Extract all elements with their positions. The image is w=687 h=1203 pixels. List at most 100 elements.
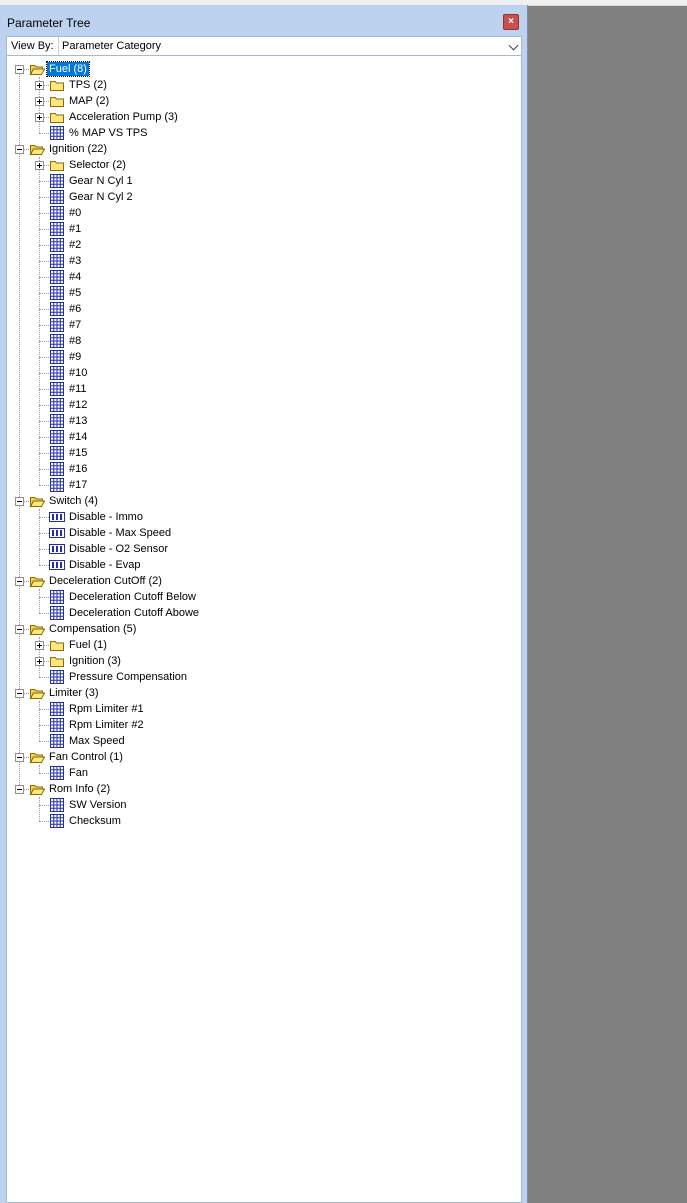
tree-item-label[interactable]: #7 [67, 318, 83, 332]
table-icon[interactable] [49, 670, 65, 684]
folder-icon[interactable] [49, 110, 65, 124]
tree-item-label[interactable]: #3 [67, 254, 83, 268]
table-icon[interactable] [49, 414, 65, 428]
collapse-minus-icon[interactable] [15, 577, 24, 586]
tree-item-label[interactable]: Fuel (1) [67, 638, 109, 652]
table-icon[interactable] [49, 446, 65, 460]
tree-item-label[interactable]: SW Version [67, 798, 128, 812]
tree-item-label[interactable]: Fan [67, 766, 90, 780]
table-icon[interactable] [49, 398, 65, 412]
table-icon[interactable] [49, 190, 65, 204]
table-icon[interactable] [49, 334, 65, 348]
table-icon[interactable] [49, 718, 65, 732]
tree-item-label[interactable]: Disable - Max Speed [67, 526, 173, 540]
tree-item-label[interactable]: #13 [67, 414, 89, 428]
collapse-minus-icon[interactable] [15, 625, 24, 634]
folder-open-icon[interactable] [29, 686, 46, 700]
tree-category-label[interactable]: Limiter (3) [47, 686, 101, 700]
switch-icon[interactable] [49, 526, 65, 540]
table-icon[interactable] [49, 590, 65, 604]
table-icon[interactable] [49, 222, 65, 236]
table-icon[interactable] [49, 270, 65, 284]
tree-item-label[interactable]: #14 [67, 430, 89, 444]
switch-icon[interactable] [49, 542, 65, 556]
folder-open-icon[interactable] [29, 574, 46, 588]
folder-icon[interactable] [49, 638, 65, 652]
parameter-tree[interactable]: Fuel (8) TPS (2) MAP (2) Acceleration Pump … [6, 56, 522, 1203]
tree-item-label[interactable]: #2 [67, 238, 83, 252]
table-icon[interactable] [49, 814, 65, 828]
folder-open-icon[interactable] [29, 782, 46, 796]
switch-icon[interactable] [49, 558, 65, 572]
tree-item-label[interactable]: #0 [67, 206, 83, 220]
expand-plus-icon[interactable] [35, 81, 44, 90]
table-icon[interactable] [49, 254, 65, 268]
tree-item-label[interactable]: #11 [67, 382, 89, 396]
collapse-minus-icon[interactable] [15, 785, 24, 794]
tree-item-label[interactable]: Acceleration Pump (3) [67, 110, 180, 124]
tree-item-label[interactable]: #12 [67, 398, 89, 412]
expand-plus-icon[interactable] [35, 113, 44, 122]
view-by-select[interactable]: Parameter Category [59, 37, 521, 55]
table-icon[interactable] [49, 798, 65, 812]
tree-item-label[interactable]: #9 [67, 350, 83, 364]
tree-item-label[interactable]: #17 [67, 478, 89, 492]
table-icon[interactable] [49, 462, 65, 476]
table-icon[interactable] [49, 702, 65, 716]
folder-icon[interactable] [49, 654, 65, 668]
table-icon[interactable] [49, 430, 65, 444]
tree-category-label[interactable]: Fuel (8) [46, 61, 90, 77]
tree-category-label[interactable]: Deceleration CutOff (2) [47, 574, 164, 588]
collapse-minus-icon[interactable] [15, 497, 24, 506]
table-icon[interactable] [49, 318, 65, 332]
tree-item-label[interactable]: Disable - O2 Sensor [67, 542, 170, 556]
folder-open-icon[interactable] [29, 494, 46, 508]
table-icon[interactable] [49, 174, 65, 188]
tree-category-label[interactable]: Ignition (22) [47, 142, 109, 156]
tree-item-label[interactable]: TPS (2) [67, 78, 109, 92]
tree-item-label[interactable]: Disable - Evap [67, 558, 143, 572]
table-icon[interactable] [49, 206, 65, 220]
switch-icon[interactable] [49, 510, 65, 524]
table-icon[interactable] [49, 478, 65, 492]
table-icon[interactable] [49, 350, 65, 364]
tree-item-label[interactable]: Deceleration Cutoff Below [67, 590, 198, 604]
tree-item-label[interactable]: #5 [67, 286, 83, 300]
tree-item-label[interactable]: Gear N Cyl 1 [67, 174, 135, 188]
tree-item-label[interactable]: #8 [67, 334, 83, 348]
tree-item-label[interactable]: #1 [67, 222, 83, 236]
tree-item-label[interactable]: Gear N Cyl 2 [67, 190, 135, 204]
tree-item-label[interactable]: Rpm Limiter #2 [67, 718, 146, 732]
table-icon[interactable] [49, 126, 65, 140]
tree-item-label[interactable]: Selector (2) [67, 158, 128, 172]
tree-item-label[interactable]: Disable - Immo [67, 510, 145, 524]
folder-icon[interactable] [49, 94, 65, 108]
tree-item-label[interactable]: Rpm Limiter #1 [67, 702, 146, 716]
expand-plus-icon[interactable] [35, 657, 44, 666]
table-icon[interactable] [49, 286, 65, 300]
table-icon[interactable] [49, 734, 65, 748]
chevron-down-icon[interactable] [508, 40, 519, 51]
expand-plus-icon[interactable] [35, 161, 44, 170]
collapse-minus-icon[interactable] [15, 145, 24, 154]
tree-item-label[interactable]: Deceleration Cutoff Abowe [67, 606, 201, 620]
table-icon[interactable] [49, 238, 65, 252]
tree-item-label[interactable]: MAP (2) [67, 94, 111, 108]
tree-category-label[interactable]: Fan Control (1) [47, 750, 125, 764]
folder-icon[interactable] [49, 158, 65, 172]
tree-category-label[interactable]: Compensation (5) [47, 622, 138, 636]
folder-open-icon[interactable] [29, 750, 46, 764]
table-icon[interactable] [49, 606, 65, 620]
tree-category-label[interactable]: Rom Info (2) [47, 782, 112, 796]
tree-item-label[interactable]: Max Speed [67, 734, 127, 748]
close-button[interactable]: × [503, 14, 519, 30]
table-icon[interactable] [49, 766, 65, 780]
tree-item-label[interactable]: #4 [67, 270, 83, 284]
table-icon[interactable] [49, 302, 65, 316]
title-bar[interactable]: Parameter Tree × [0, 5, 527, 35]
tree-item-label[interactable]: #10 [67, 366, 89, 380]
folder-open-icon[interactable] [29, 62, 46, 76]
tree-item-label[interactable]: Checksum [67, 814, 123, 828]
tree-item-label[interactable]: #6 [67, 302, 83, 316]
tree-category-label[interactable]: Switch (4) [47, 494, 100, 508]
